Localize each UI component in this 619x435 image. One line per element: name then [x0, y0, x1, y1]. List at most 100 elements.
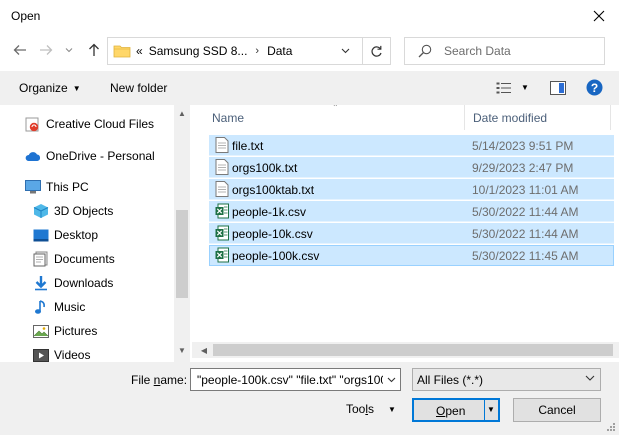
recent-locations-button[interactable] [63, 41, 75, 59]
preview-pane-icon [550, 81, 566, 95]
nav-item-pictures[interactable]: Pictures [33, 320, 97, 342]
file-date: 10/1/2023 11:01 AM [472, 183, 579, 197]
video-icon [33, 347, 49, 362]
title-bar: Open [0, 0, 619, 31]
forward-button[interactable] [37, 41, 55, 59]
view-options-button[interactable] [496, 82, 512, 94]
open-dropdown-icon[interactable]: ▼ [487, 405, 495, 414]
search-box[interactable] [404, 37, 605, 65]
scroll-down-icon[interactable]: ▼ [174, 342, 190, 358]
up-button[interactable] [85, 41, 103, 59]
nav-item-onedrive[interactable]: OneDrive - Personal [25, 145, 155, 167]
cancel-button[interactable]: Cancel [513, 398, 601, 422]
nav-label: This PC [46, 180, 89, 194]
column-divider[interactable] [464, 105, 465, 130]
nav-label: Videos [54, 348, 91, 362]
new-folder-button[interactable]: New folder [110, 81, 167, 95]
file-row[interactable]: people-100k.csv 5/30/2022 11:45 AM [209, 245, 614, 266]
arrow-left-icon [13, 45, 26, 55]
nav-item-music[interactable]: Music [33, 296, 85, 318]
search-icon [418, 44, 432, 58]
breadcrumb-overflow[interactable]: « [136, 44, 143, 58]
file-name-value: "people-100k.csv" "file.txt" "orgs100k.t… [197, 373, 400, 387]
nav-item-videos[interactable]: Videos [33, 344, 90, 362]
chevron-down-icon [387, 377, 396, 382]
caret-down-icon: ▼ [72, 84, 81, 93]
file-name: people-1k.csv [232, 205, 307, 219]
help-icon: ? [586, 79, 603, 96]
help-button[interactable]: ? [586, 79, 603, 99]
nav-item-creative-cloud[interactable]: Creative Cloud Files [25, 113, 154, 135]
nav-item-this-pc[interactable]: This PC [25, 176, 89, 198]
breadcrumb-data[interactable]: Data [267, 44, 292, 58]
tools-button[interactable]: Tools ▼ [346, 402, 396, 416]
open-button[interactable]: Open ▼ [412, 398, 500, 422]
bottom-panel: File name: "people-100k.csv" "file.txt" … [0, 362, 619, 435]
address-bar[interactable]: « Samsung SSD 8... › Data [107, 37, 363, 65]
file-row[interactable]: people-10k.csv 5/30/2022 11:44 AM [209, 223, 614, 244]
window-title: Open [11, 9, 41, 23]
file-type-select[interactable]: All Files (*.*) [412, 368, 601, 391]
preview-pane-button[interactable] [550, 81, 566, 98]
excel-file-icon [215, 247, 229, 263]
nav-label: 3D Objects [54, 204, 114, 218]
nav-label: Music [54, 300, 86, 314]
file-name-label: File name: [131, 373, 188, 387]
nav-label: Downloads [54, 276, 114, 290]
back-button[interactable] [11, 41, 29, 59]
breadcrumb-separator-icon[interactable]: › [255, 45, 259, 57]
nav-item-desktop[interactable]: Desktop [33, 224, 98, 246]
address-history-dropdown[interactable] [333, 37, 357, 65]
scroll-thumb[interactable] [213, 344, 613, 356]
nav-item-documents[interactable]: Documents [33, 248, 115, 270]
file-date: 5/30/2022 11:44 AM [472, 227, 579, 241]
resize-grip-icon[interactable] [604, 422, 616, 434]
search-input[interactable] [444, 44, 594, 58]
nav-label: Desktop [54, 228, 99, 242]
address-row: « Samsung SSD 8... › Data [0, 31, 619, 71]
refresh-icon [371, 45, 382, 57]
column-header-date[interactable]: Date modified [473, 111, 547, 125]
download-icon [33, 275, 49, 291]
scroll-thumb[interactable] [176, 210, 188, 298]
nav-label: Pictures [54, 324, 98, 338]
file-name: people-10k.csv [232, 227, 313, 241]
column-header-name[interactable]: Name [212, 111, 244, 125]
close-icon [593, 10, 605, 21]
file-name: orgs100k.txt [232, 161, 298, 175]
refresh-button[interactable] [363, 37, 391, 65]
file-list: ⌃ Name Date modified file.txt 5/14/2023 … [192, 105, 619, 362]
column-divider[interactable] [610, 105, 611, 130]
close-button[interactable] [579, 0, 619, 31]
text-file-icon [215, 159, 229, 175]
desktop-icon [33, 227, 49, 243]
view-details-icon [496, 82, 511, 94]
arrow-right-icon [40, 45, 53, 55]
music-icon [33, 299, 49, 315]
nav-item-downloads[interactable]: Downloads [33, 272, 113, 294]
svg-text:?: ? [591, 81, 598, 95]
view-dropdown-icon[interactable]: ▼ [521, 83, 529, 92]
file-date: 5/30/2022 11:45 AM [472, 249, 579, 263]
nav-item-3d-objects[interactable]: 3D Objects [33, 200, 113, 222]
file-row[interactable]: orgs100k.txt 9/29/2023 2:47 PM [209, 157, 614, 178]
organize-button[interactable]: Organize ▼ [19, 81, 81, 95]
scroll-up-icon[interactable]: ▲ [174, 105, 190, 121]
scroll-left-icon[interactable]: ◀ [196, 342, 212, 358]
sort-ascending-icon: ⌃ [332, 105, 339, 112]
chevron-down-icon [65, 48, 73, 53]
open-label: Open [436, 404, 466, 418]
creative-cloud-icon [25, 116, 41, 132]
file-list-horizontal-scrollbar[interactable]: ◀ [192, 342, 619, 358]
file-row[interactable]: people-1k.csv 5/30/2022 11:44 AM [209, 201, 614, 222]
text-file-icon [215, 137, 229, 153]
file-name-dropdown[interactable] [383, 369, 400, 390]
cloud-icon [25, 148, 41, 164]
chevron-down-icon [585, 375, 595, 381]
file-row[interactable]: file.txt 5/14/2023 9:51 PM [209, 135, 614, 156]
navigation-scrollbar[interactable]: ▲ ▼ [174, 105, 190, 362]
breadcrumb-drive[interactable]: Samsung SSD 8... [149, 44, 248, 58]
arrow-up-icon [89, 43, 99, 56]
file-row[interactable]: orgs100ktab.txt 10/1/2023 11:01 AM [209, 179, 614, 200]
file-name-input[interactable]: "people-100k.csv" "file.txt" "orgs100k.t… [190, 368, 401, 391]
